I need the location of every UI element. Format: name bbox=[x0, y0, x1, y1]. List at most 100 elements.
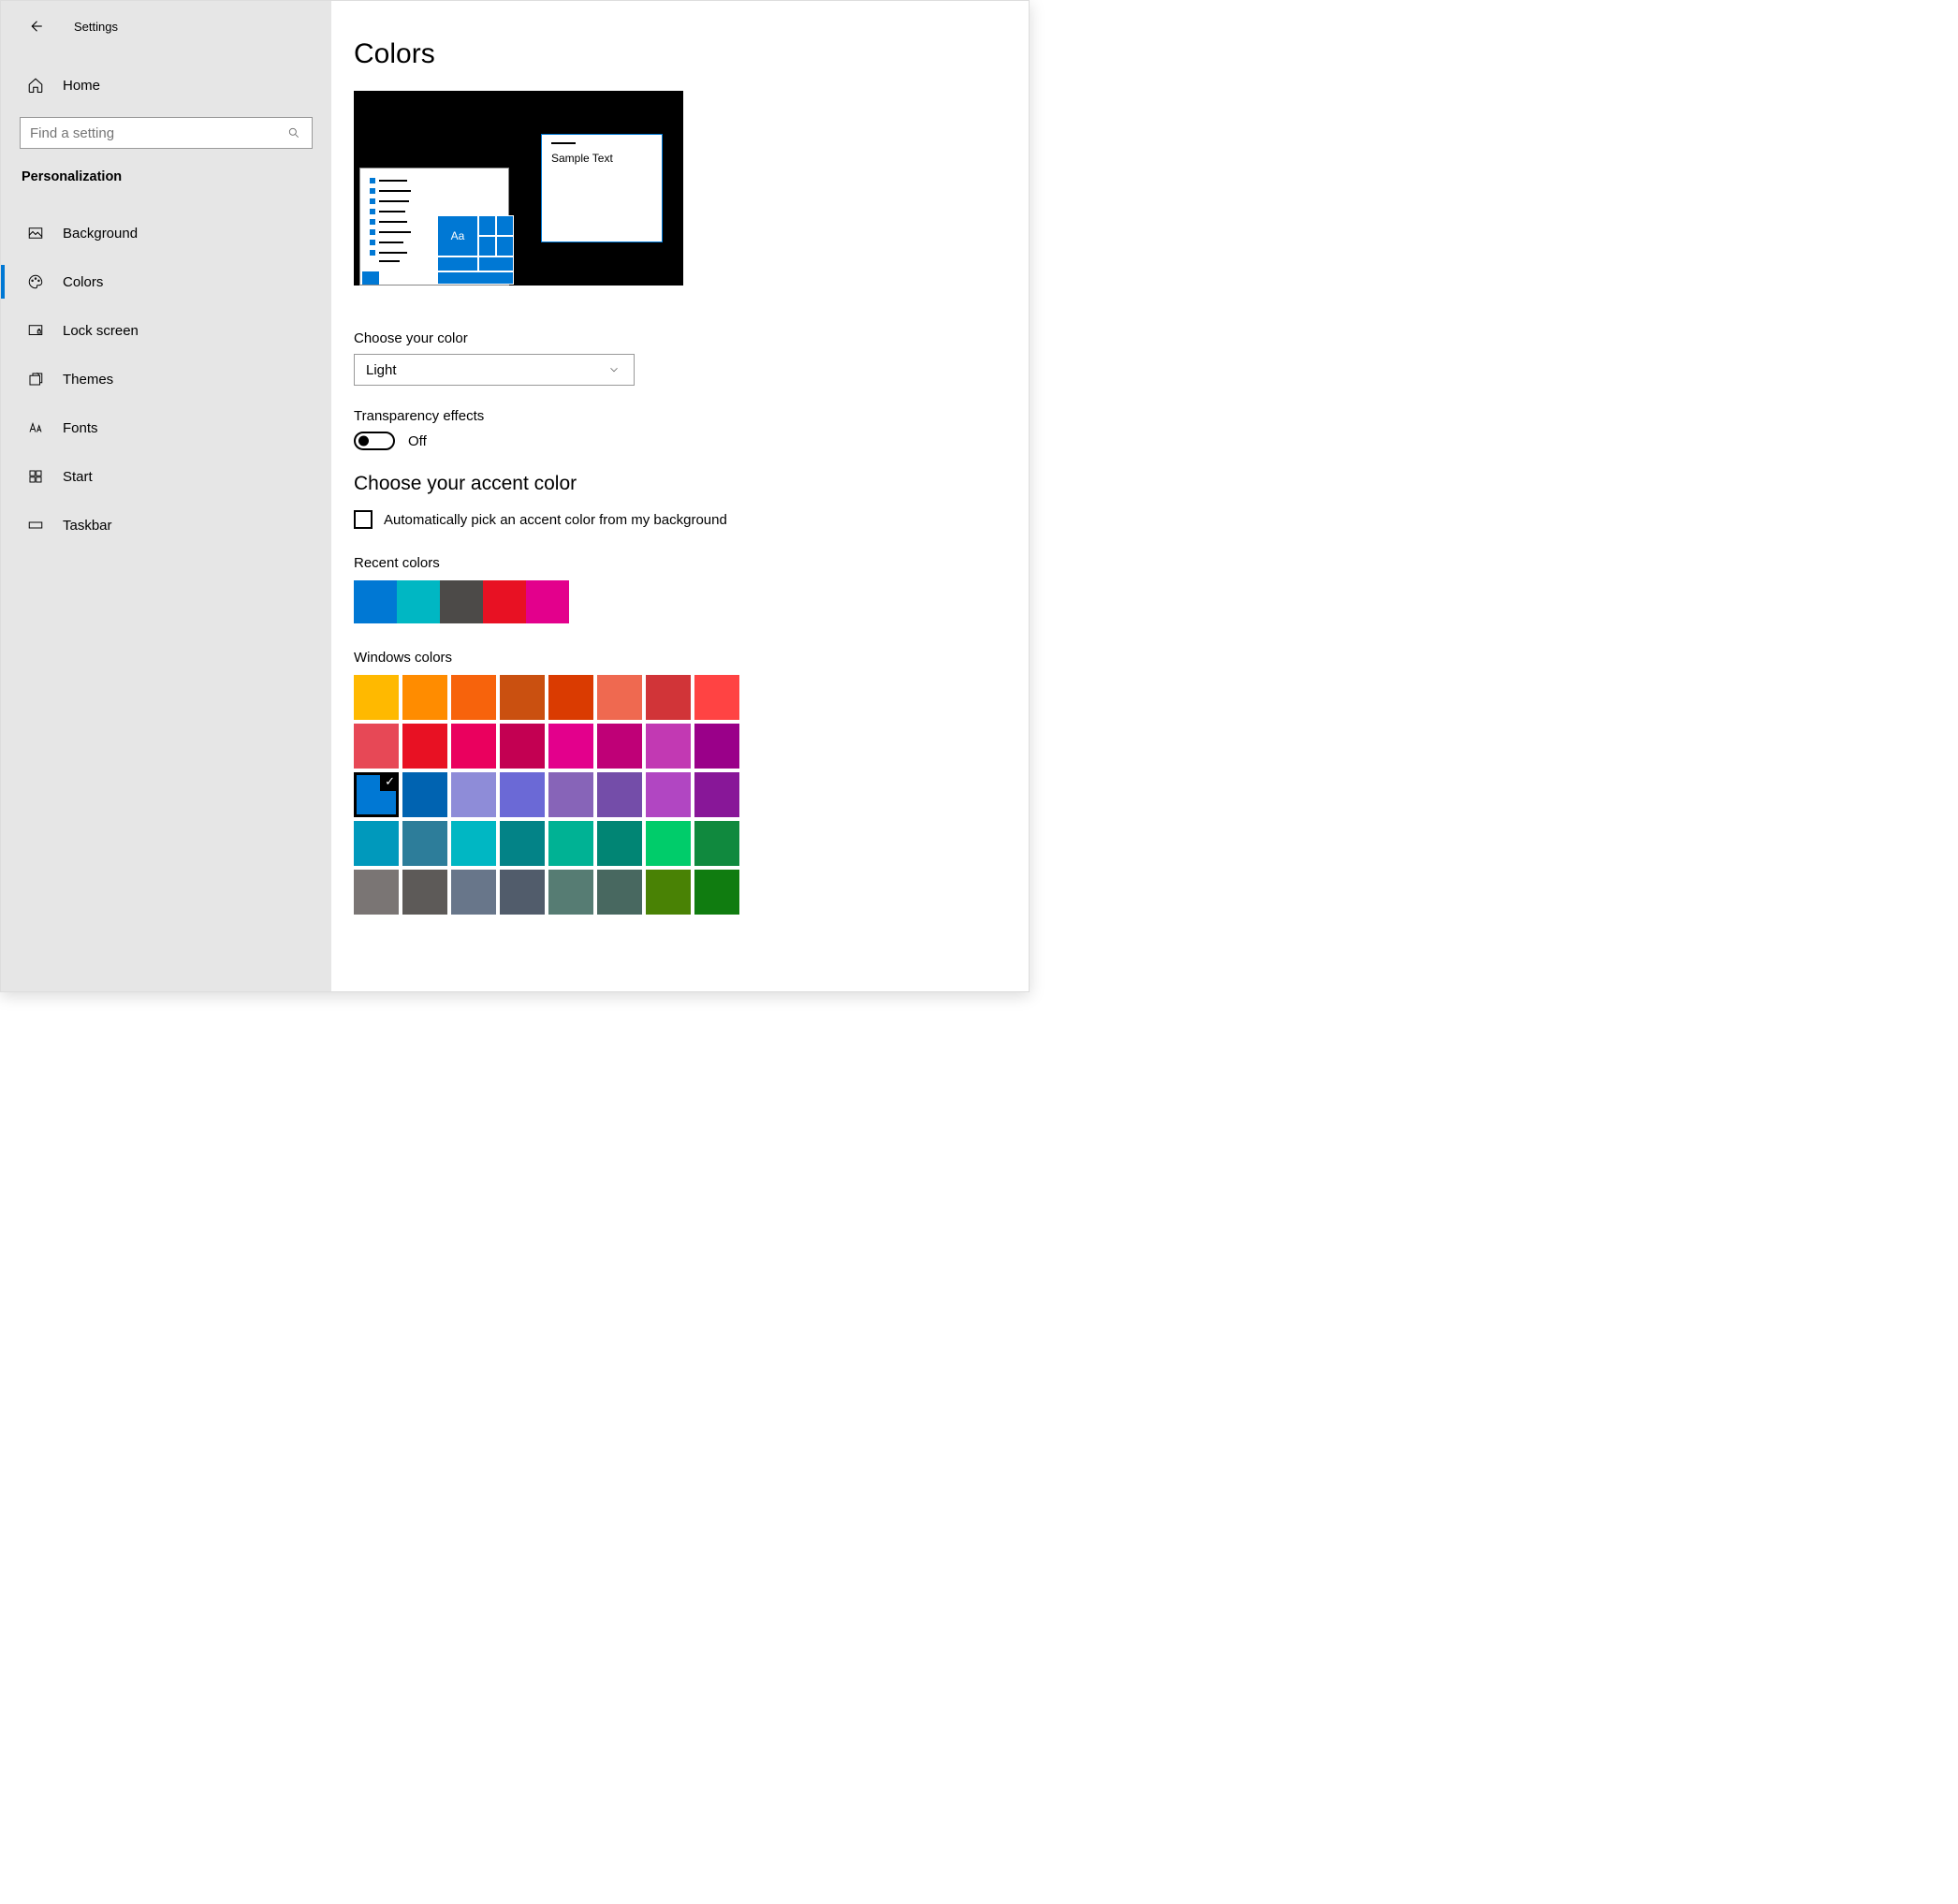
windows-color-swatch[interactable] bbox=[451, 772, 496, 817]
recent-color-swatch[interactable] bbox=[397, 580, 440, 623]
color-mode-select[interactable]: Light bbox=[354, 354, 635, 386]
windows-color-swatch[interactable] bbox=[548, 821, 593, 866]
toggle-value: Off bbox=[408, 433, 427, 449]
windows-color-swatch[interactable] bbox=[354, 724, 399, 769]
windows-color-swatch[interactable] bbox=[597, 821, 642, 866]
sidebar-item-lockscreen[interactable]: Lock screen bbox=[1, 306, 331, 355]
windows-color-swatch[interactable] bbox=[646, 724, 691, 769]
windows-color-swatch[interactable] bbox=[451, 675, 496, 720]
windows-color-swatch[interactable] bbox=[354, 821, 399, 866]
windows-color-swatch[interactable] bbox=[402, 821, 447, 866]
windows-color-swatch[interactable] bbox=[694, 821, 739, 866]
main-content: Colors Aa bbox=[331, 1, 1029, 991]
windows-color-swatch[interactable] bbox=[597, 870, 642, 915]
home-label: Home bbox=[63, 78, 100, 94]
sidebar-item-label: Start bbox=[63, 469, 93, 485]
recent-color-swatch[interactable] bbox=[526, 580, 569, 623]
recent-colors-label: Recent colors bbox=[354, 555, 1006, 571]
sidebar: Settings Home Personalization Background… bbox=[1, 1, 331, 991]
sidebar-item-colors[interactable]: Colors bbox=[1, 257, 331, 306]
windows-colors-label: Windows colors bbox=[354, 650, 1006, 666]
start-icon bbox=[27, 468, 44, 485]
windows-color-swatch[interactable] bbox=[646, 675, 691, 720]
windows-color-swatch[interactable] bbox=[548, 675, 593, 720]
palette-icon bbox=[27, 273, 44, 290]
sidebar-item-taskbar[interactable]: Taskbar bbox=[1, 501, 331, 549]
sidebar-item-start[interactable]: Start bbox=[1, 452, 331, 501]
windows-color-swatch[interactable] bbox=[694, 870, 739, 915]
sidebar-item-label: Colors bbox=[63, 274, 103, 290]
themes-icon bbox=[27, 371, 44, 388]
windows-color-swatch[interactable] bbox=[451, 821, 496, 866]
home-button[interactable]: Home bbox=[1, 63, 331, 108]
windows-color-swatch[interactable] bbox=[354, 675, 399, 720]
sidebar-item-label: Themes bbox=[63, 372, 113, 388]
lockscreen-icon bbox=[27, 322, 44, 339]
search-input[interactable] bbox=[20, 117, 313, 149]
windows-color-swatch[interactable] bbox=[500, 821, 545, 866]
preview-tile-aa: Aa bbox=[437, 215, 478, 256]
recent-color-swatch[interactable] bbox=[440, 580, 483, 623]
preview-window-1: Aa bbox=[359, 168, 509, 286]
windows-color-swatch[interactable] bbox=[548, 724, 593, 769]
app-title: Settings bbox=[74, 20, 118, 34]
page-title: Colors bbox=[354, 38, 1006, 70]
sidebar-item-label: Taskbar bbox=[63, 518, 112, 534]
windows-color-swatch[interactable] bbox=[694, 675, 739, 720]
auto-pick-row[interactable]: Automatically pick an accent color from … bbox=[354, 510, 1006, 529]
recent-color-swatch[interactable] bbox=[483, 580, 526, 623]
transparency-toggle[interactable] bbox=[354, 432, 395, 450]
windows-color-swatch[interactable] bbox=[500, 870, 545, 915]
check-icon: ✓ bbox=[385, 774, 395, 789]
sidebar-item-themes[interactable]: Themes bbox=[1, 355, 331, 403]
transparency-label: Transparency effects bbox=[354, 408, 1006, 424]
back-icon[interactable] bbox=[27, 18, 44, 35]
windows-color-swatch[interactable] bbox=[694, 772, 739, 817]
windows-color-swatch[interactable] bbox=[402, 724, 447, 769]
windows-color-swatch[interactable] bbox=[402, 870, 447, 915]
select-value: Light bbox=[366, 362, 397, 378]
windows-color-swatch[interactable] bbox=[646, 870, 691, 915]
windows-colors-grid: ✓ bbox=[354, 675, 1006, 915]
windows-color-swatch[interactable] bbox=[597, 724, 642, 769]
windows-color-swatch[interactable] bbox=[500, 724, 545, 769]
windows-color-swatch[interactable]: ✓ bbox=[354, 772, 399, 817]
windows-color-swatch[interactable] bbox=[646, 821, 691, 866]
fonts-icon bbox=[27, 419, 44, 436]
windows-color-swatch[interactable] bbox=[354, 870, 399, 915]
windows-color-swatch[interactable] bbox=[451, 724, 496, 769]
sidebar-item-label: Fonts bbox=[63, 420, 98, 436]
windows-color-swatch[interactable] bbox=[402, 675, 447, 720]
windows-color-swatch[interactable] bbox=[694, 724, 739, 769]
windows-color-swatch[interactable] bbox=[548, 772, 593, 817]
recent-color-swatch[interactable] bbox=[354, 580, 397, 623]
windows-color-swatch[interactable] bbox=[597, 675, 642, 720]
choose-color-label: Choose your color bbox=[354, 330, 1006, 346]
sidebar-item-background[interactable]: Background bbox=[1, 209, 331, 257]
search-icon bbox=[285, 124, 302, 141]
windows-color-swatch[interactable] bbox=[402, 772, 447, 817]
preview-window-2: Sample Text bbox=[541, 134, 663, 242]
auto-pick-label: Automatically pick an accent color from … bbox=[384, 512, 727, 528]
windows-color-swatch[interactable] bbox=[451, 870, 496, 915]
accent-heading: Choose your accent color bbox=[354, 473, 1006, 495]
sidebar-item-label: Lock screen bbox=[63, 323, 139, 339]
nav-list: Background Colors Lock screen Themes Fon… bbox=[1, 209, 331, 549]
home-icon bbox=[27, 77, 44, 94]
windows-color-swatch[interactable] bbox=[548, 870, 593, 915]
windows-color-swatch[interactable] bbox=[597, 772, 642, 817]
windows-color-swatch[interactable] bbox=[646, 772, 691, 817]
windows-color-swatch[interactable] bbox=[500, 675, 545, 720]
sidebar-item-fonts[interactable]: Fonts bbox=[1, 403, 331, 452]
taskbar-icon bbox=[27, 517, 44, 534]
category-heading: Personalization bbox=[1, 156, 331, 192]
windows-color-swatch[interactable] bbox=[500, 772, 545, 817]
picture-icon bbox=[27, 225, 44, 242]
search-field[interactable] bbox=[30, 125, 285, 141]
auto-pick-checkbox[interactable] bbox=[354, 510, 373, 529]
color-preview: Aa Sample Text bbox=[354, 91, 683, 286]
recent-colors bbox=[354, 580, 1006, 623]
titlebar: Settings bbox=[1, 1, 331, 51]
preview-sample-text: Sample Text bbox=[551, 152, 652, 165]
sidebar-item-label: Background bbox=[63, 226, 138, 242]
